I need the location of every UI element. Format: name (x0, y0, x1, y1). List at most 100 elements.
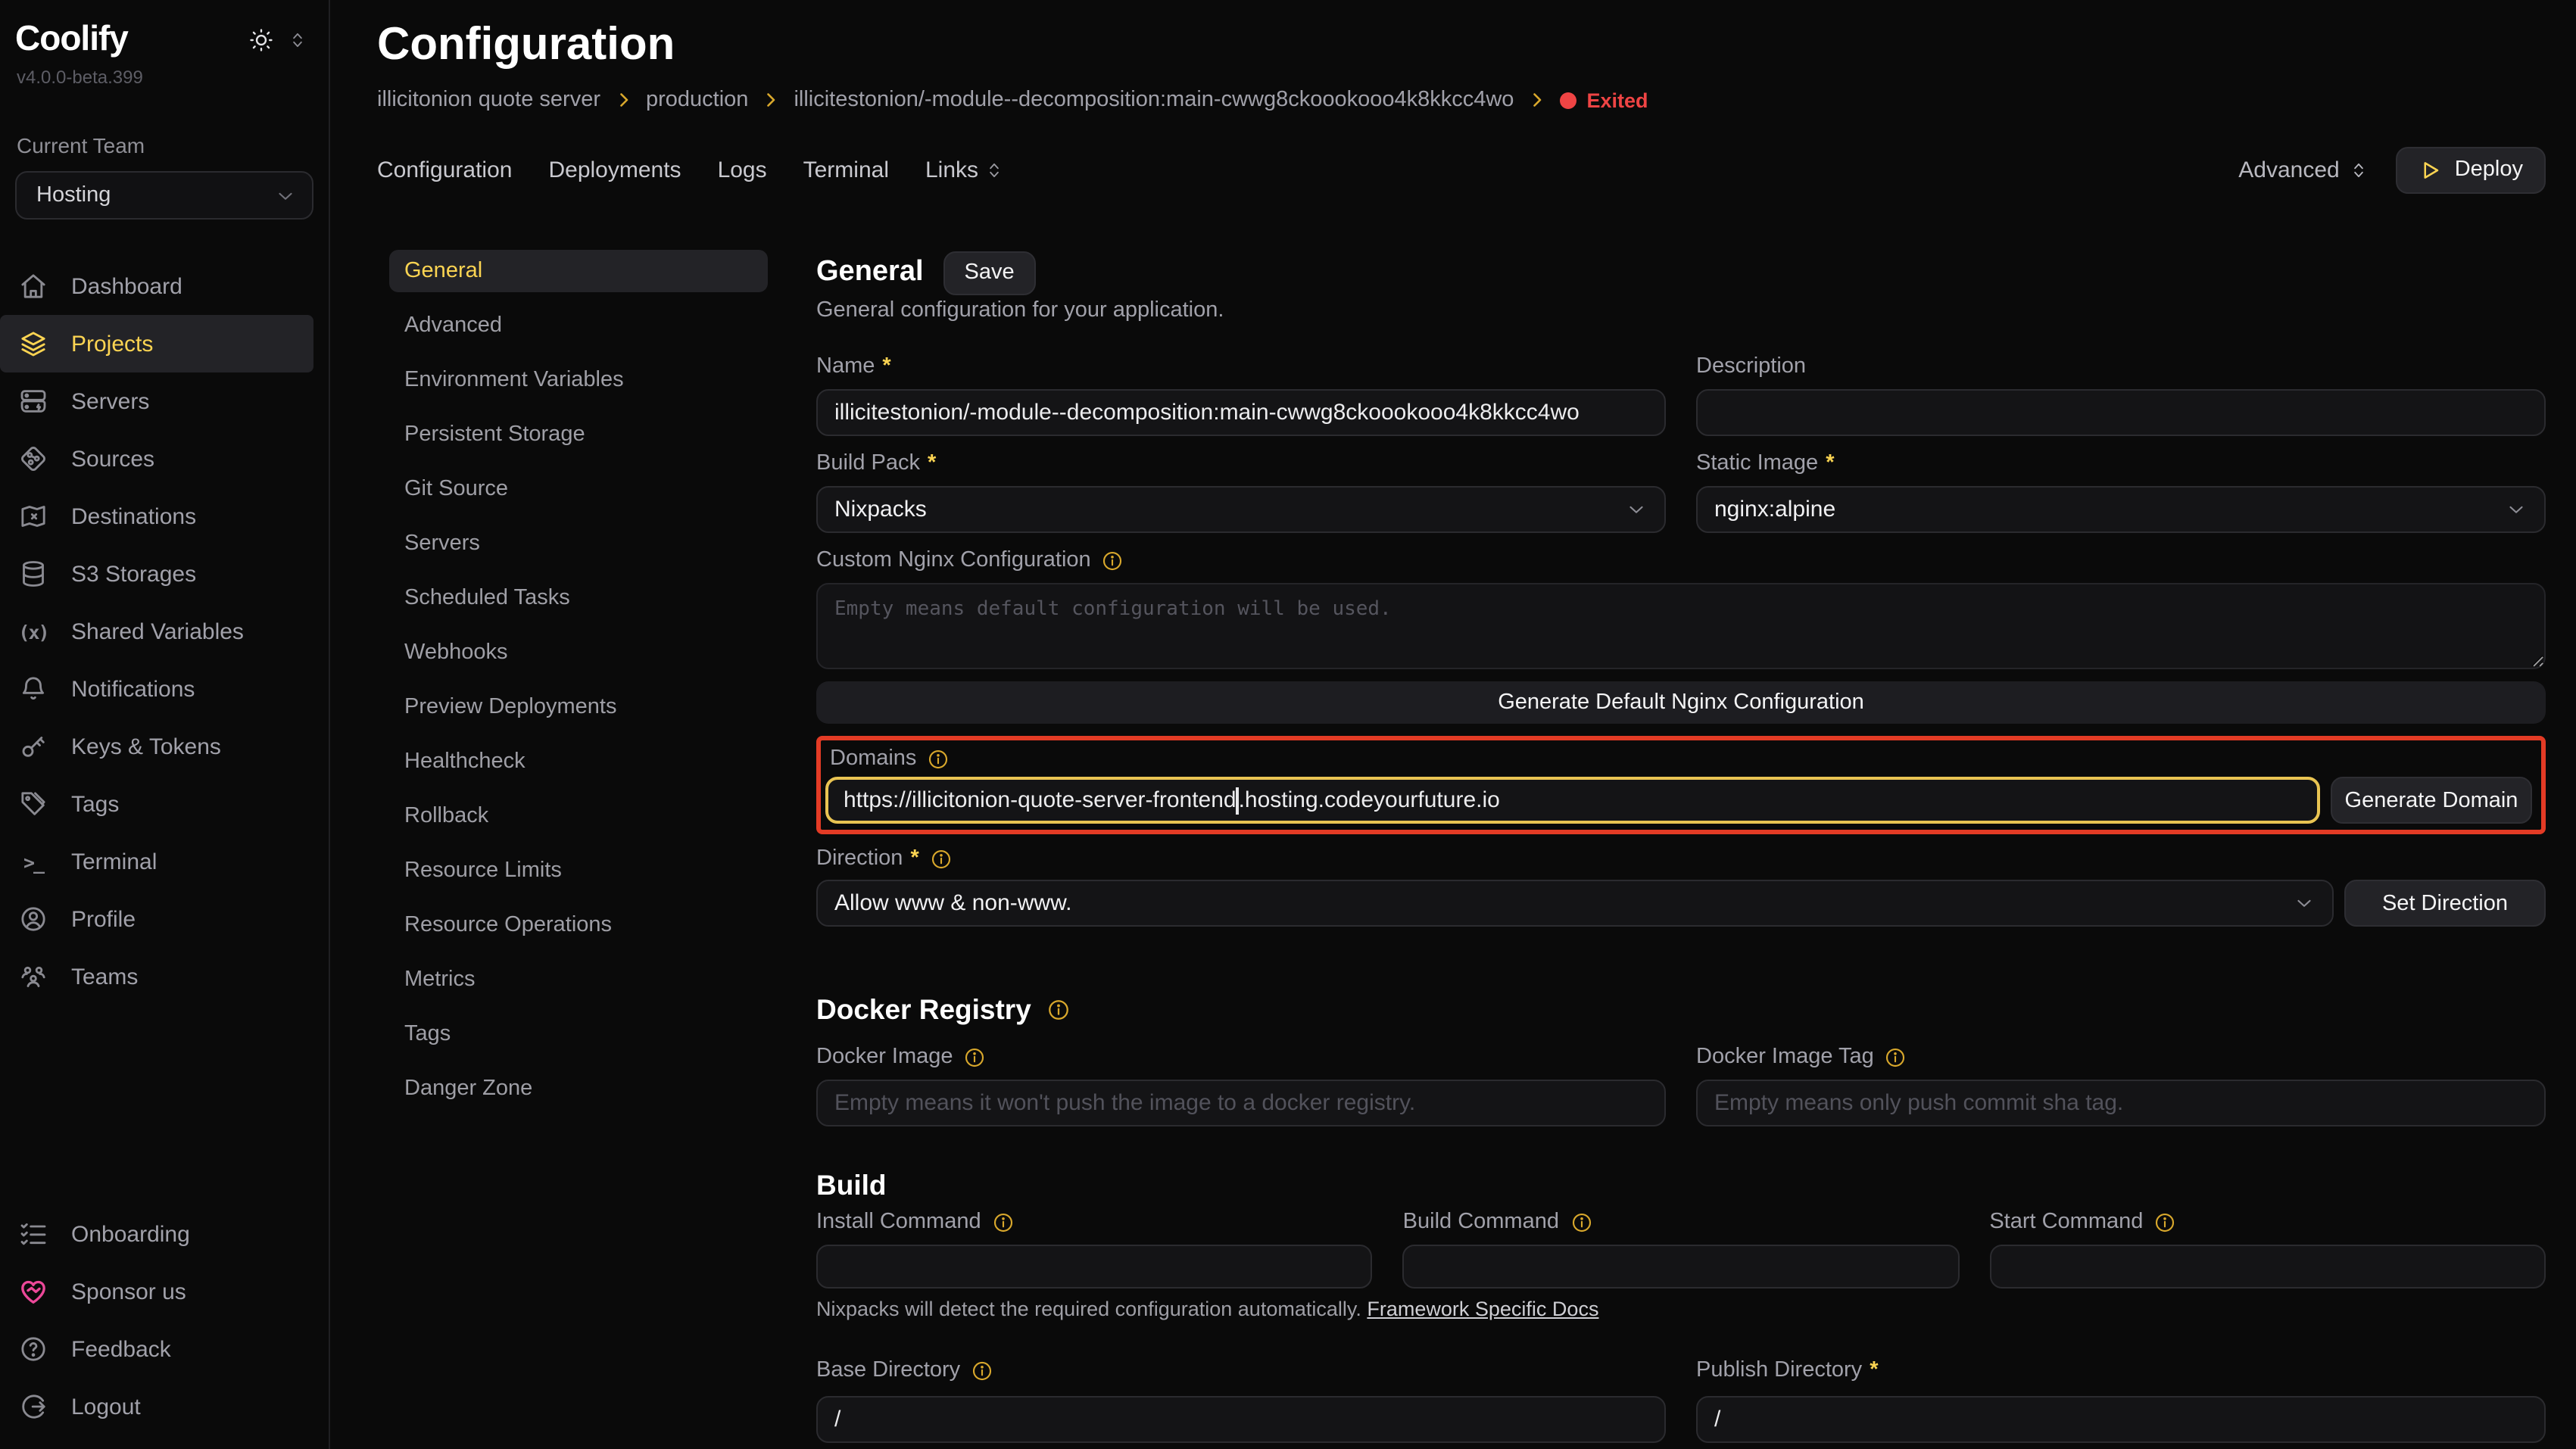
submenu-item-advanced[interactable]: Advanced (389, 304, 768, 347)
help-circle-icon (18, 1334, 48, 1364)
sidebar-item-label: Terminal (71, 849, 157, 875)
base-directory-input[interactable] (816, 1396, 1666, 1443)
docker-registry-title: Docker Registry (816, 993, 1031, 1027)
tab-logs[interactable]: Logs (718, 157, 767, 182)
tab-terminal[interactable]: Terminal (803, 157, 889, 182)
deploy-button[interactable]: Deploy (2396, 146, 2546, 193)
sidebar-item-feedback[interactable]: Feedback (0, 1320, 329, 1378)
generate-domain-button[interactable]: Generate Domain (2331, 777, 2532, 824)
tab-links[interactable]: Links (925, 157, 1004, 182)
build-command-input[interactable] (1403, 1245, 1960, 1289)
sidebar-item-teams[interactable]: Teams (0, 949, 329, 1006)
layers-icon (18, 329, 48, 360)
sidebar-item-label: Onboarding (71, 1221, 190, 1247)
theme-selector-icon[interactable] (288, 30, 307, 50)
sidebar-item-s3-storages[interactable]: S3 Storages (0, 546, 329, 603)
advanced-select[interactable]: Advanced (2238, 157, 2368, 182)
domains-input[interactable]: https://illicitonion-quote-server-fronte… (825, 777, 2320, 824)
submenu-item-webhooks[interactable]: Webhooks (389, 631, 768, 674)
info-icon[interactable] (1570, 1211, 1592, 1233)
submenu-item-healthcheck[interactable]: Healthcheck (389, 740, 768, 783)
info-icon[interactable] (1885, 1045, 1907, 1068)
section-title: General (816, 256, 924, 289)
required-marker: * (882, 354, 890, 379)
team-select[interactable]: Hosting (15, 172, 313, 220)
start-command-input[interactable] (1989, 1245, 2546, 1289)
custom-nginx-textarea[interactable] (816, 583, 2546, 669)
page-title: Configuration (377, 0, 2546, 70)
sidebar-item-tags[interactable]: Tags (0, 776, 329, 834)
submenu-item-preview-deployments[interactable]: Preview Deployments (389, 686, 768, 728)
framework-docs-link[interactable]: Framework Specific Docs (1367, 1298, 1598, 1320)
sidebar-item-keys-tokens[interactable]: Keys & Tokens (0, 718, 329, 776)
sidebar-item-sponsor-us[interactable]: Sponsor us (0, 1263, 329, 1320)
theme-toggle-sun-icon[interactable] (248, 27, 274, 53)
checklist-icon (18, 1219, 48, 1249)
tab-configuration[interactable]: Configuration (377, 157, 512, 182)
submenu-item-metrics[interactable]: Metrics (389, 958, 768, 1001)
info-icon[interactable] (927, 747, 950, 770)
sidebar-item-onboarding[interactable]: Onboarding (0, 1205, 329, 1263)
sidebar-item-label: Servers (71, 389, 149, 415)
info-icon[interactable] (992, 1211, 1015, 1233)
submenu-item-rollback[interactable]: Rollback (389, 795, 768, 837)
info-icon[interactable] (971, 1359, 993, 1382)
sidebar-item-label: Dashboard (71, 274, 182, 300)
info-icon[interactable] (930, 847, 953, 870)
sidebar-item-profile[interactable]: Profile (0, 891, 329, 949)
submenu-item-servers[interactable]: Servers (389, 522, 768, 565)
breadcrumb-project[interactable]: illicitonion quote server (377, 88, 600, 112)
sidebar-item-dashboard[interactable]: Dashboard (0, 258, 329, 316)
app-logo[interactable]: Coolify (15, 20, 128, 58)
build-pack-select[interactable]: Nixpacks (816, 486, 1666, 533)
sidebar-item-label: Feedback (71, 1336, 171, 1362)
submenu-item-environment-variables[interactable]: Environment Variables (389, 359, 768, 401)
sidebar-item-servers[interactable]: Servers (0, 373, 329, 431)
docker-image-tag-input[interactable] (1696, 1080, 2546, 1126)
sidebar-item-destinations[interactable]: Destinations (0, 488, 329, 546)
submenu-item-resource-limits[interactable]: Resource Limits (389, 849, 768, 892)
sidebar-item-shared-variables[interactable]: (x) Shared Variables (0, 603, 329, 661)
submenu-item-scheduled-tasks[interactable]: Scheduled Tasks (389, 577, 768, 619)
info-icon[interactable] (1102, 549, 1124, 572)
variables-icon: (x) (18, 617, 48, 647)
tab-deployments[interactable]: Deployments (548, 157, 681, 182)
docker-image-input[interactable] (816, 1080, 1666, 1126)
generate-nginx-button[interactable]: Generate Default Nginx Configuration (816, 681, 2546, 724)
static-image-select[interactable]: nginx:alpine (1696, 486, 2546, 533)
coolify-app: Coolify v4.0.0-beta.399 Current Team Hos… (0, 0, 2576, 1449)
sidebar-item-projects[interactable]: Projects (0, 316, 313, 373)
sidebar-item-terminal[interactable]: >_ Terminal (0, 834, 329, 891)
deploy-button-label: Deploy (2455, 157, 2523, 182)
info-icon[interactable] (1046, 998, 1071, 1022)
current-team-label: Current Team (0, 89, 329, 158)
submenu-item-danger-zone[interactable]: Danger Zone (389, 1067, 768, 1110)
submenu-item-persistent-storage[interactable]: Persistent Storage (389, 413, 768, 456)
nixpacks-note: Nixpacks will detect the required config… (816, 1298, 2546, 1320)
breadcrumb-application[interactable]: illicitestonion/-module--decomposition:m… (794, 88, 1514, 112)
breadcrumb-environment[interactable]: production (646, 88, 748, 112)
chevron-right-icon (762, 91, 780, 109)
save-button[interactable]: Save (943, 251, 1036, 294)
install-command-input[interactable] (816, 1245, 1373, 1289)
section-subtitle: General configuration for your applicati… (816, 298, 2546, 323)
info-icon[interactable] (964, 1045, 987, 1068)
publish-directory-input[interactable] (1696, 1396, 2546, 1443)
submenu-item-git-source[interactable]: Git Source (389, 468, 768, 510)
info-icon[interactable] (2153, 1211, 2176, 1233)
start-command-label: Start Command (1989, 1210, 2143, 1234)
description-input[interactable] (1696, 389, 2546, 436)
submenu-item-general[interactable]: General (389, 250, 768, 292)
submenu-item-tags[interactable]: Tags (389, 1013, 768, 1055)
sidebar-item-notifications[interactable]: Notifications (0, 661, 329, 718)
sidebar-bottom-nav: Onboarding Sponsor us Feedback Logout (0, 1205, 329, 1435)
name-input[interactable] (816, 389, 1666, 436)
domains-label: Domains (830, 746, 916, 771)
set-direction-button[interactable]: Set Direction (2344, 880, 2546, 927)
submenu-item-resource-operations[interactable]: Resource Operations (389, 904, 768, 946)
direction-label: Direction (816, 846, 903, 871)
sidebar-item-logout[interactable]: Logout (0, 1378, 329, 1435)
sidebar-item-sources[interactable]: Sources (0, 431, 329, 488)
version-label: v4.0.0-beta.399 (0, 58, 329, 89)
direction-select[interactable]: Allow www & non-www. (816, 880, 2334, 927)
